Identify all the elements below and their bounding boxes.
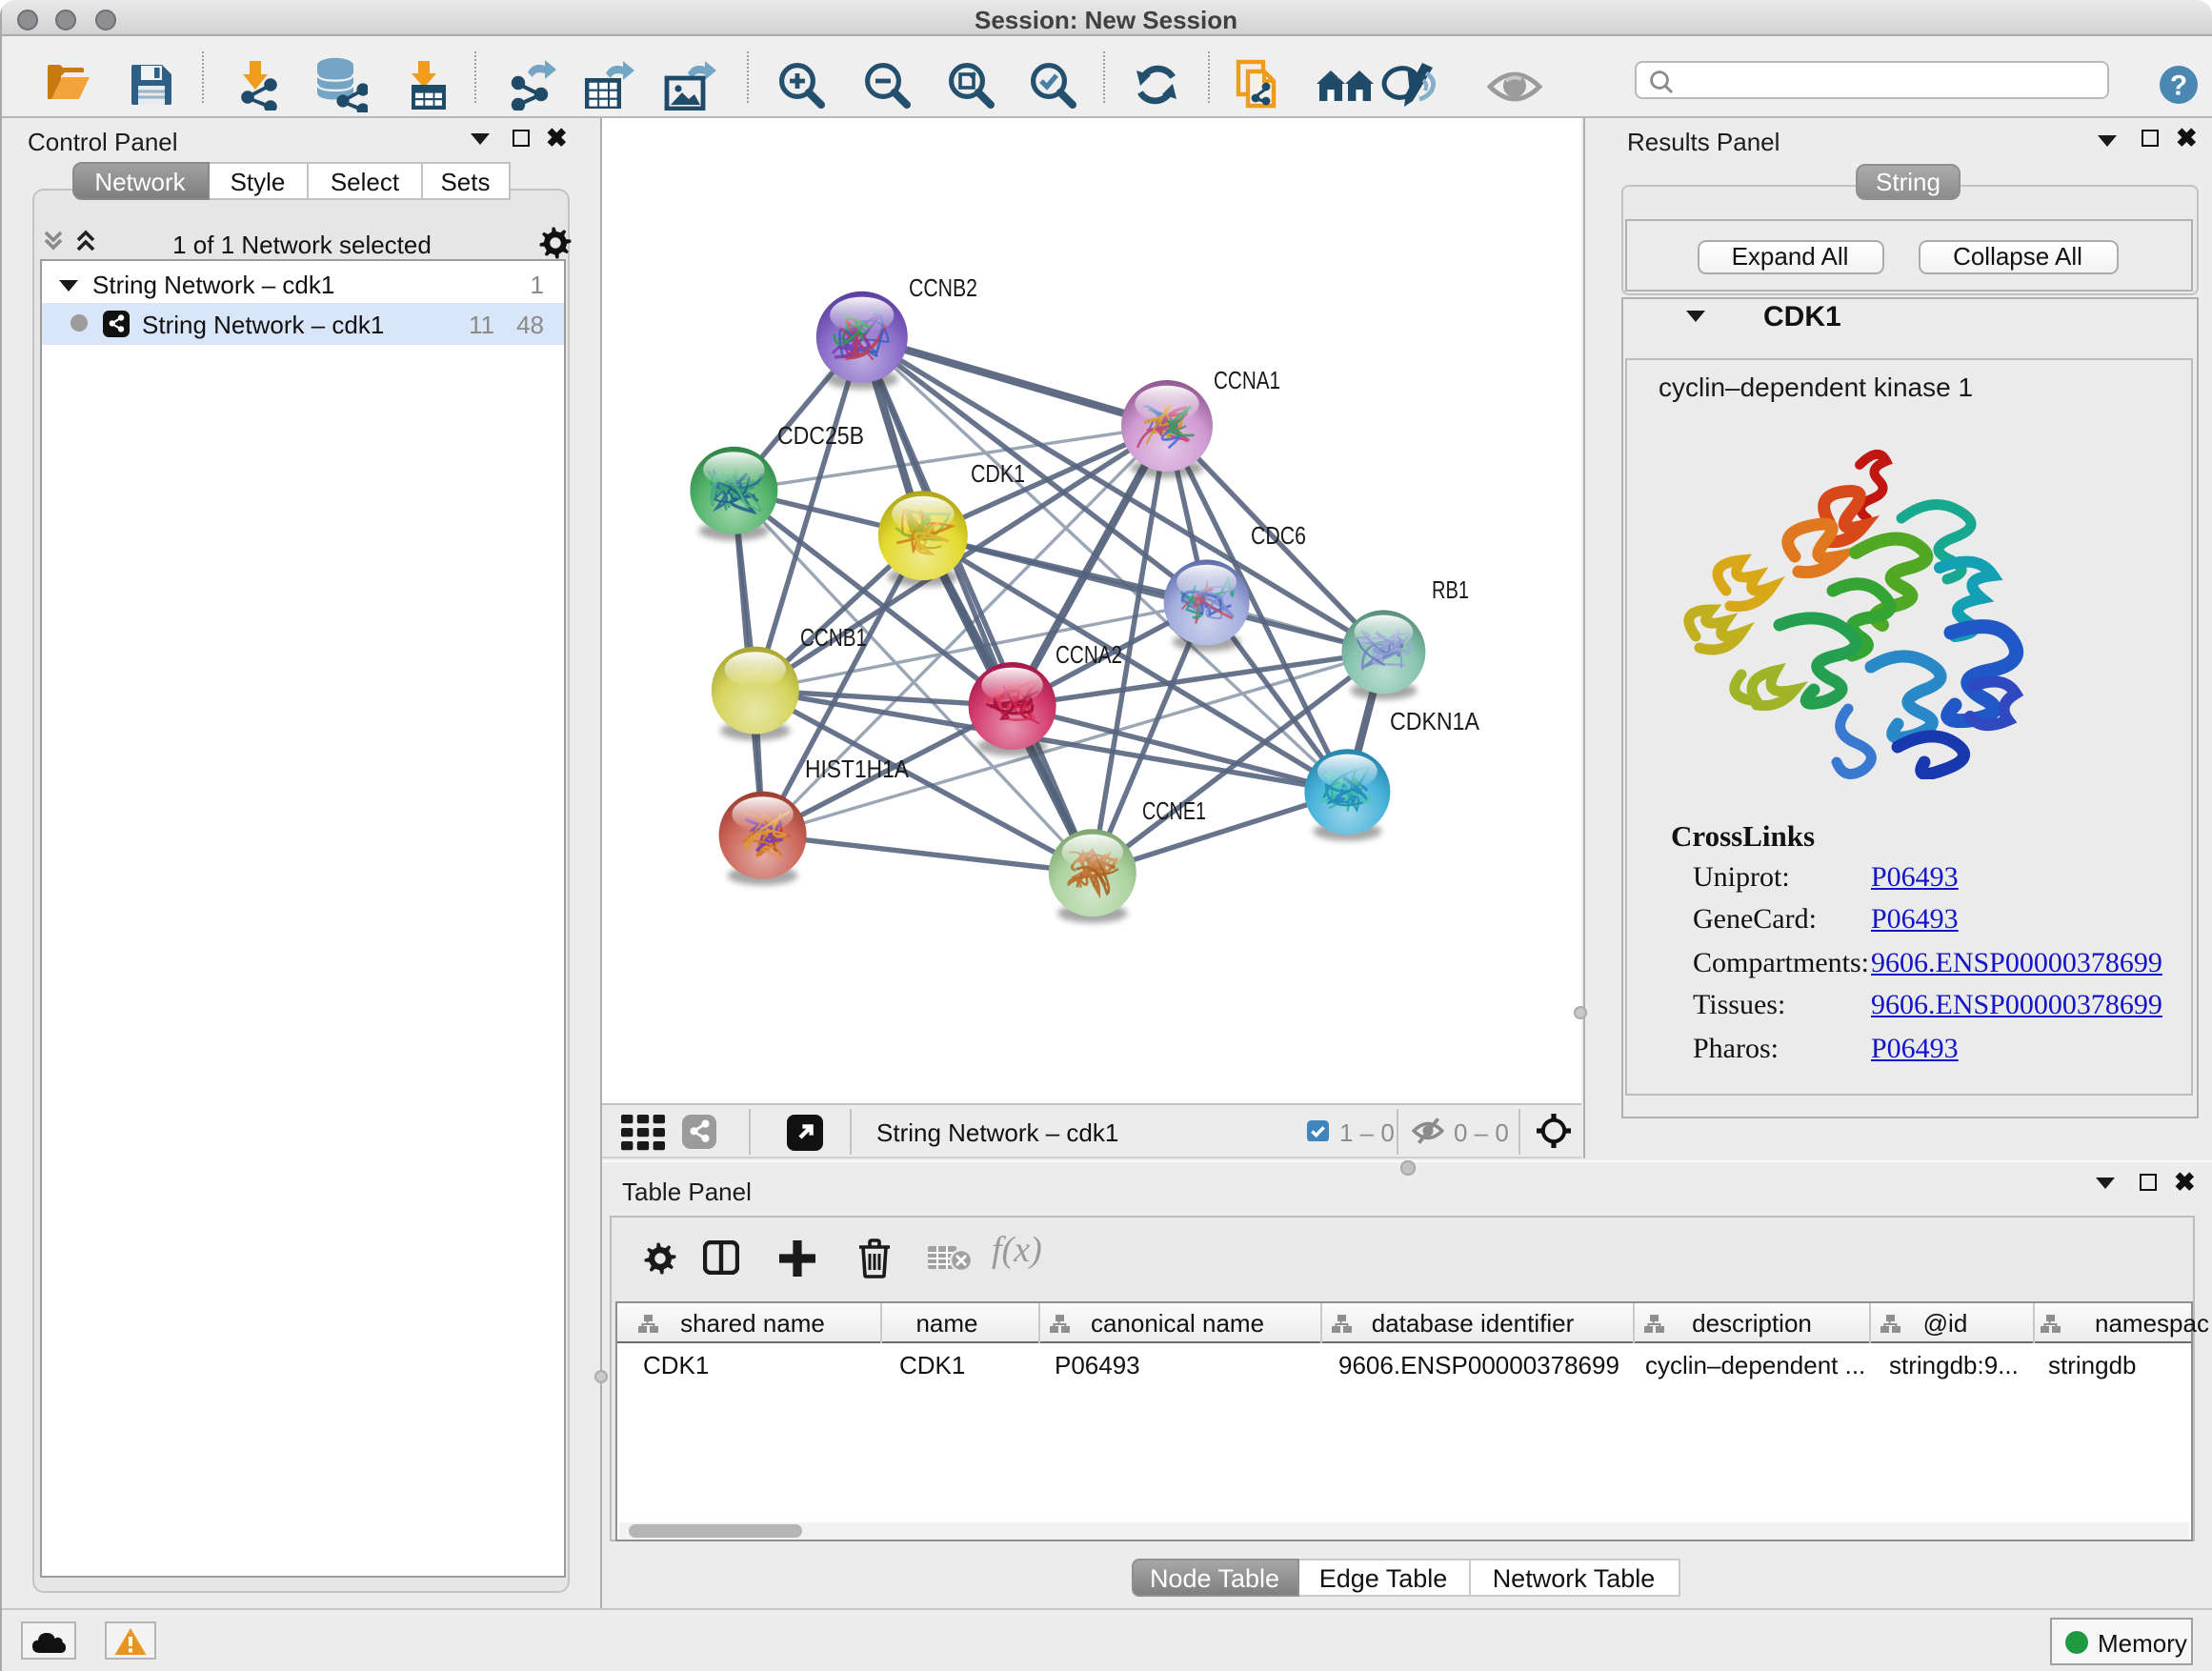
- svg-text:CCNA2: CCNA2: [1055, 639, 1121, 668]
- svg-text:?: ?: [2170, 70, 2187, 101]
- svg-text:CDK1: CDK1: [970, 458, 1024, 487]
- svg-text:CDKN1A: CDKN1A: [1389, 706, 1479, 735]
- svg-text:RB1: RB1: [1431, 574, 1468, 603]
- svg-text:CCNB1: CCNB1: [799, 622, 866, 651]
- svg-text:CCNE1: CCNE1: [1141, 795, 1205, 824]
- svg-text:CCNA1: CCNA1: [1213, 365, 1279, 393]
- svg-text:CCNB2: CCNB2: [908, 272, 976, 301]
- svg-text:CDC6: CDC6: [1250, 520, 1305, 549]
- svg-text:HIST1H1A: HIST1H1A: [804, 754, 909, 782]
- svg-text:CDC25B: CDC25B: [776, 420, 863, 449]
